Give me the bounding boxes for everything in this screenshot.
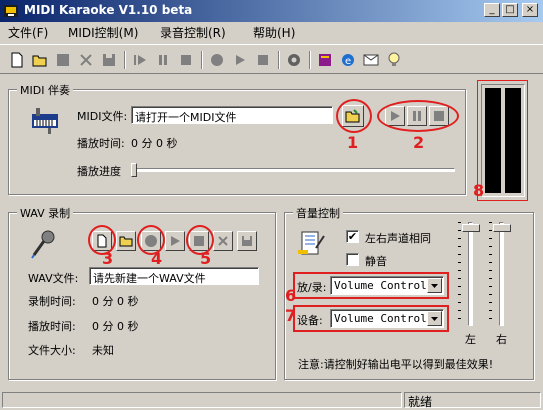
disk-icon[interactable] [100, 51, 118, 69]
toolbar-separator [124, 51, 126, 69]
right-channel-label: 右 [496, 333, 507, 346]
wav-play-button[interactable] [165, 231, 185, 251]
menu-help[interactable]: 帮助(H) [253, 24, 295, 41]
pause-icon[interactable] [154, 51, 172, 69]
annotation-circle-1 [336, 99, 372, 133]
mute-label: 静音 [365, 255, 387, 268]
settings-gear-icon[interactable] [285, 51, 303, 69]
vu-meter-panel [481, 84, 525, 197]
wav-play-time-label: 播放时间: [28, 320, 76, 333]
midi-group-legend: MIDI 伴奏 [17, 82, 73, 98]
wav-open-button[interactable] [116, 231, 136, 251]
record-icon[interactable] [208, 51, 226, 69]
open-folder-icon[interactable] [31, 51, 49, 69]
toolbar-separator [201, 51, 203, 69]
vu-meter-left [485, 88, 501, 193]
left-volume-thumb[interactable] [462, 224, 480, 232]
toolbar-separator [278, 51, 280, 69]
step-play-icon[interactable] [131, 51, 149, 69]
status-bar: 就绪 [0, 390, 543, 410]
annotation-number-5: 5 [200, 249, 212, 268]
right-slider-ticks [489, 222, 492, 324]
volume-mixer-icon [298, 231, 325, 255]
status-pane-ready: 就绪 [404, 392, 541, 409]
wav-play-time-value: 0 分 0 秒 [92, 320, 139, 333]
menu-record-control[interactable]: 录音控制(R) [160, 24, 226, 41]
help-book-icon[interactable] [316, 51, 334, 69]
same-lr-label: 左右声道相同 [365, 232, 431, 245]
maximize-button[interactable]: □ [502, 3, 518, 17]
toolbar-separator [309, 51, 311, 69]
stop-record-icon[interactable] [254, 51, 272, 69]
tip-lightbulb-icon[interactable] [385, 51, 403, 69]
status-pane-main [2, 392, 402, 408]
delete-icon[interactable] [77, 51, 95, 69]
annotation-box-7 [293, 305, 449, 332]
midi-progress-track [131, 168, 455, 172]
left-slider-ticks [458, 222, 461, 324]
wav-save-button[interactable] [237, 231, 257, 251]
annotation-number-8: 8 [473, 181, 485, 200]
annotation-number-3: 3 [102, 249, 114, 268]
annotation-number-1: 1 [347, 133, 359, 152]
midi-progress-thumb[interactable] [131, 163, 137, 177]
save-icon [242, 236, 252, 246]
annotation-number-7: 7 [285, 306, 297, 325]
wav-rec-time-value: 0 分 0 秒 [92, 295, 139, 308]
vu-meter-right [505, 88, 521, 193]
window-title: MIDI Karaoke V1.10 beta [24, 3, 193, 17]
midi-time-value: 0 分 0 秒 [131, 137, 178, 150]
wav-rec-time-label: 录制时间: [28, 295, 76, 308]
app-icon [4, 5, 18, 17]
annotation-circle-2 [377, 100, 459, 132]
right-volume-track [499, 222, 504, 326]
annotation-number-4: 4 [151, 249, 163, 268]
minimize-button[interactable]: _ [484, 3, 500, 17]
title-bar: MIDI Karaoke V1.10 beta _ □ × [0, 0, 543, 22]
wav-file-field[interactable]: 请先新建一个WAV文件 [89, 267, 259, 285]
wav-size-label: 文件大小: [28, 344, 76, 357]
app-window: MIDI Karaoke V1.10 beta _ □ × 文件(F) MIDI… [0, 0, 543, 410]
microphone-icon [31, 230, 55, 259]
right-volume-thumb[interactable] [493, 224, 511, 232]
mute-checkbox[interactable] [346, 253, 359, 266]
close-button[interactable]: × [522, 3, 538, 17]
midi-time-label: 播放时间: [77, 137, 125, 150]
menu-file[interactable]: 文件(F) [8, 24, 48, 41]
toolbar: e [0, 44, 543, 74]
keyboard-icon [32, 108, 58, 134]
wav-size-value: 未知 [92, 344, 114, 357]
midi-file-label: MIDI文件: [77, 110, 128, 123]
volume-note: 注意:请控制好输出电平以得到最佳效果! [298, 358, 494, 371]
left-volume-track [468, 222, 473, 326]
wav-delete-button[interactable] [213, 231, 233, 251]
delete-icon [218, 236, 228, 246]
email-icon[interactable] [362, 51, 380, 69]
annotation-number-2: 2 [413, 133, 425, 152]
stop-icon[interactable] [177, 51, 195, 69]
open-folder-icon [119, 236, 133, 247]
save-icon[interactable] [54, 51, 72, 69]
menu-midi-control[interactable]: MIDI控制(M) [68, 24, 138, 41]
annotation-number-6: 6 [285, 286, 297, 305]
play-icon[interactable] [231, 51, 249, 69]
internet-explorer-icon[interactable]: e [339, 51, 357, 69]
new-file-icon[interactable] [8, 51, 26, 69]
play-icon [171, 236, 180, 246]
svg-text:e: e [345, 56, 351, 67]
midi-file-field[interactable]: 请打开一个MIDI文件 [131, 106, 333, 124]
status-text: 就绪 [408, 395, 433, 409]
left-channel-label: 左 [465, 333, 476, 346]
same-lr-checkbox[interactable]: ✔ [346, 230, 359, 243]
volume-group-legend: 音量控制 [293, 205, 343, 221]
midi-progress-label: 播放进度 [77, 165, 121, 178]
menu-bar: 文件(F) MIDI控制(M) 录音控制(R) 帮助(H) [0, 22, 543, 42]
wav-file-label: WAV文件: [28, 272, 79, 285]
wav-group-legend: WAV 录制 [17, 205, 74, 221]
annotation-box-6 [293, 272, 449, 299]
